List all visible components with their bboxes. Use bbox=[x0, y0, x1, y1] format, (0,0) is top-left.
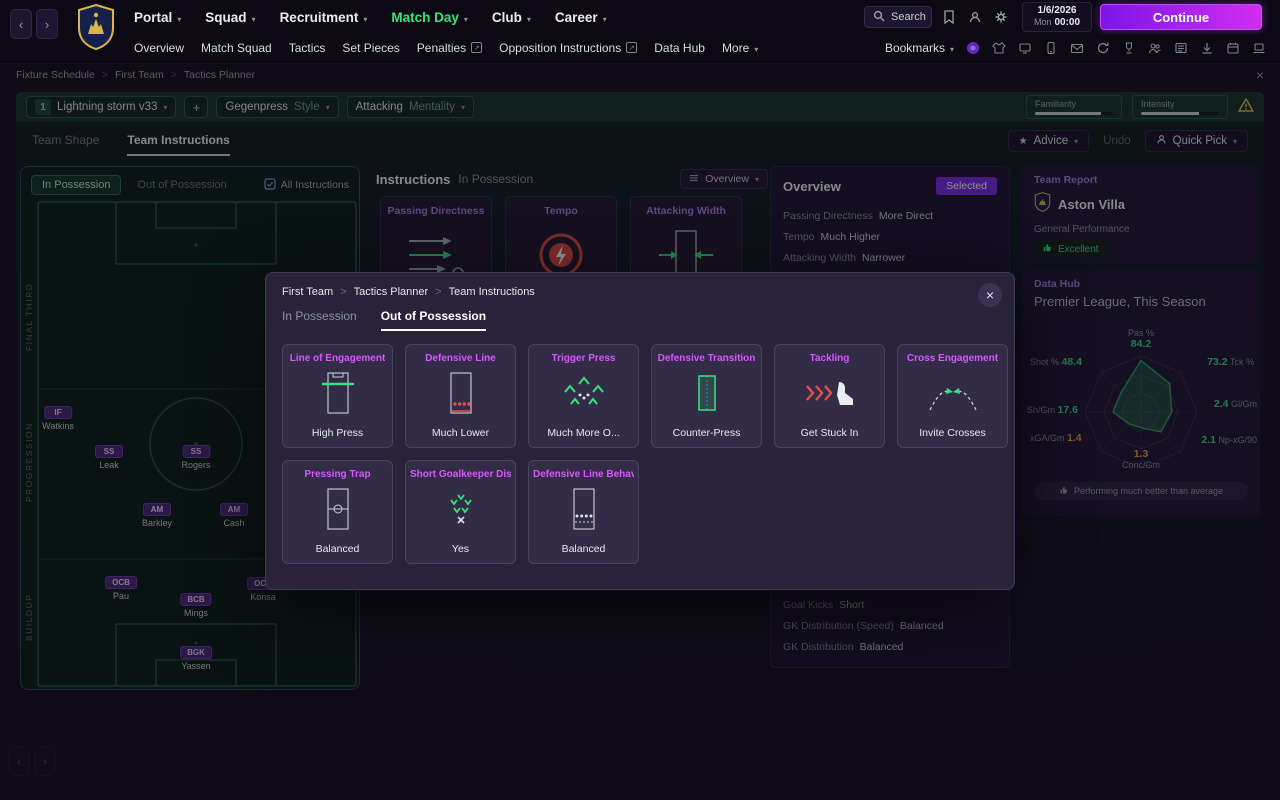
instruction-card-trigger-press[interactable]: Trigger Press Much More O... bbox=[528, 344, 639, 448]
chevron-down-icon bbox=[252, 10, 256, 25]
fm-screen: Portal Squad Recruitment Match Day Club … bbox=[0, 0, 1280, 800]
chevron-down-icon bbox=[603, 10, 607, 25]
nav-portal[interactable]: Portal bbox=[134, 10, 181, 25]
nav-career[interactable]: Career bbox=[555, 10, 607, 25]
trigger-press-icon bbox=[553, 372, 615, 419]
tackling-icon bbox=[799, 372, 861, 419]
trophy-icon[interactable] bbox=[1121, 40, 1136, 55]
top-bar: Portal Squad Recruitment Match Day Club … bbox=[0, 0, 1280, 51]
continue-button[interactable]: Continue bbox=[1100, 4, 1262, 30]
subnav-opposition-instructions[interactable]: Opposition Instructions bbox=[499, 41, 638, 55]
modal-tabs: In Possession Out of Possession bbox=[282, 309, 998, 331]
laptop-icon[interactable] bbox=[1251, 40, 1266, 55]
instruction-card-short-gk-distribution[interactable]: Short Goalkeeper Distr Yes bbox=[405, 460, 516, 564]
bookmarks-dropdown[interactable]: Bookmarks bbox=[885, 41, 954, 55]
instruction-card-defensive-line[interactable]: Defensive Line Much Lower bbox=[405, 344, 516, 448]
chevron-down-icon bbox=[527, 10, 531, 25]
defensive-transition-icon bbox=[676, 372, 738, 419]
bookmark-icon[interactable] bbox=[938, 6, 960, 28]
external-link-icon bbox=[626, 42, 638, 53]
subnav-match-squad[interactable]: Match Squad bbox=[201, 41, 272, 55]
defensive-line-icon bbox=[430, 372, 492, 419]
main-nav: Portal Squad Recruitment Match Day Club … bbox=[134, 0, 607, 34]
search-icon bbox=[873, 10, 885, 25]
chevron-down-icon bbox=[464, 10, 468, 25]
modal-tab-in-possession[interactable]: In Possession bbox=[282, 309, 357, 331]
nav-recruitment[interactable]: Recruitment bbox=[280, 10, 368, 25]
cross-engagement-icon bbox=[922, 372, 984, 419]
subnav-data-hub[interactable]: Data Hub bbox=[654, 41, 705, 55]
refresh-icon[interactable] bbox=[1095, 40, 1110, 55]
people-icon[interactable] bbox=[1147, 40, 1162, 55]
pressing-trap-icon bbox=[307, 488, 369, 535]
nav-club[interactable]: Club bbox=[492, 10, 531, 25]
calendar-icon[interactable] bbox=[1225, 40, 1240, 55]
subnav-set-pieces[interactable]: Set Pieces bbox=[342, 41, 399, 55]
instruction-card-defensive-line-behaviour[interactable]: Defensive Line Behavio Balanced bbox=[528, 460, 639, 564]
forward-button[interactable] bbox=[36, 9, 58, 39]
team-instructions-modal: First Team > Tactics Planner > Team Inst… bbox=[265, 272, 1015, 590]
instruction-card-defensive-transition[interactable]: Defensive Transition Counter-Press bbox=[651, 344, 762, 448]
download-icon[interactable] bbox=[1199, 40, 1214, 55]
breadcrumb-separator: > bbox=[340, 286, 347, 298]
subnav-more[interactable]: More bbox=[722, 41, 758, 55]
line-of-engagement-icon bbox=[307, 372, 369, 419]
gk-distribution-icon bbox=[430, 488, 492, 535]
breadcrumb-item[interactable]: First Team bbox=[282, 286, 333, 298]
game-date[interactable]: 1/6/2026 Mon 00:00 bbox=[1022, 2, 1092, 32]
club-crest-icon bbox=[76, 3, 116, 56]
history-nav bbox=[10, 9, 58, 39]
monitor-icon[interactable] bbox=[1017, 40, 1032, 55]
smartphone-icon[interactable] bbox=[1043, 40, 1058, 55]
shirt-icon[interactable] bbox=[991, 40, 1006, 55]
modal-card-grid: Line of Engagement High Press Defensive … bbox=[282, 344, 1008, 564]
chevron-down-icon bbox=[177, 10, 181, 25]
subnav-overview[interactable]: Overview bbox=[134, 41, 184, 55]
instruction-card-pressing-trap[interactable]: Pressing Trap Balanced bbox=[282, 460, 393, 564]
instruction-card-tackling[interactable]: Tackling Get Stuck In bbox=[774, 344, 885, 448]
chevron-down-icon bbox=[950, 41, 954, 55]
subnav-tactics[interactable]: Tactics bbox=[289, 41, 326, 55]
mail-icon[interactable] bbox=[1069, 40, 1084, 55]
breadcrumb-separator: > bbox=[435, 286, 442, 298]
search-button[interactable]: Search bbox=[864, 6, 932, 28]
manager-badge-icon[interactable] bbox=[965, 40, 980, 55]
subnav-penalties[interactable]: Penalties bbox=[417, 41, 483, 55]
sub-nav: Overview Match Squad Tactics Set Pieces … bbox=[0, 34, 1280, 62]
manager-icon[interactable] bbox=[964, 6, 986, 28]
gear-icon[interactable] bbox=[990, 6, 1012, 28]
modal-breadcrumb: First Team > Tactics Planner > Team Inst… bbox=[282, 286, 998, 298]
instruction-card-line-of-engagement[interactable]: Line of Engagement High Press bbox=[282, 344, 393, 448]
instruction-card-cross-engagement[interactable]: Cross Engagement Invite Crosses bbox=[897, 344, 1008, 448]
chevron-down-icon bbox=[754, 41, 758, 55]
chevron-down-icon bbox=[363, 10, 367, 25]
modal-close-button[interactable] bbox=[978, 283, 1002, 307]
breadcrumb-item[interactable]: Tactics Planner bbox=[354, 286, 429, 298]
defensive-line-behaviour-icon bbox=[553, 488, 615, 535]
breadcrumb-item[interactable]: Team Instructions bbox=[449, 286, 535, 298]
nav-match-day[interactable]: Match Day bbox=[391, 10, 468, 25]
external-link-icon bbox=[471, 42, 483, 53]
modal-tab-out-of-possession[interactable]: Out of Possession bbox=[380, 309, 487, 331]
newspaper-icon[interactable] bbox=[1173, 40, 1188, 55]
nav-squad[interactable]: Squad bbox=[205, 10, 255, 25]
back-button[interactable] bbox=[10, 9, 32, 39]
